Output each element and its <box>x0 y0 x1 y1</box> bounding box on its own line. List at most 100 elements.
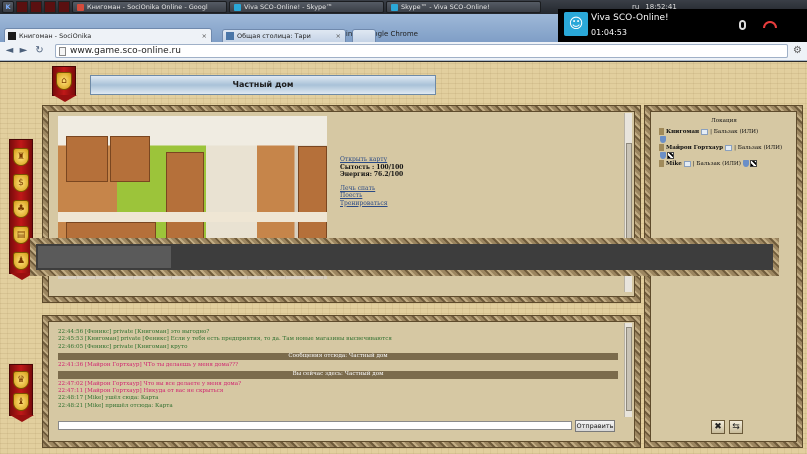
energy-value: 76.2/100 <box>373 171 404 178</box>
info-card-icon[interactable] <box>725 144 733 151</box>
player-status-icon <box>659 128 664 135</box>
chat-timestamp: 22:45:53 <box>58 336 84 343</box>
taskbar-task-skype[interactable]: Skype™ - Viva SCO-Online! <box>386 1 541 13</box>
chat-message: 22:45:53 [Книгоман] private [Феникс] Есл… <box>58 336 618 343</box>
chat-system-message: Вы сейчас здесь: Частный дом <box>58 371 618 379</box>
minimized-window-icon[interactable] <box>16 1 28 13</box>
chat-text: [Mike] ушёл сюда: Карта <box>84 395 159 402</box>
sleep-link[interactable]: Лечь спать <box>340 185 375 192</box>
location-actions: Открыть карту Сытость : 100/100 Энергия:… <box>340 156 403 207</box>
hang-up-icon[interactable] <box>763 21 777 28</box>
chat-message: 22:48:21 [Mike] пришёл отсюда: Карта <box>58 403 618 410</box>
chat-frame: 22:44:56 [Феникс] private [Книгоман] это… <box>43 316 640 447</box>
vk-favicon-icon <box>226 32 234 40</box>
location-title: Частный дом <box>90 75 436 95</box>
location-panel: Локация Книгоман | Бальзак (ИЛИ) Майрон Г… <box>645 106 802 447</box>
chat-timestamp: 22:41:36 <box>58 362 84 369</box>
chat-timestamp: 22:47:02 <box>58 380 84 387</box>
minimized-window-icon[interactable] <box>30 1 42 13</box>
info-card-icon[interactable] <box>683 160 691 167</box>
chat-message: 22:47:02 [Майрон Гортхаур] Что вы все де… <box>58 381 618 388</box>
character-icon[interactable]: ♜ <box>13 148 29 166</box>
chat-text: [Феникс] private [Книгоман] круто <box>84 343 188 350</box>
skype-avatar-icon: ☺ <box>564 12 588 36</box>
energy-label: Энергия: <box>340 171 372 178</box>
train-link[interactable]: Тренироваться <box>340 200 388 207</box>
top-banner: ⌂ <box>52 66 77 102</box>
chat-message: 22:48:17 [Mike] ушёл сюда: Карта <box>58 395 618 402</box>
eat-link[interactable]: Поесть <box>340 192 362 199</box>
person-icon[interactable]: ♟ <box>13 252 29 270</box>
chat-log: 22:44:56 [Феникс] private [Книгоман] это… <box>58 329 618 417</box>
skype-call-popup[interactable]: ☺ Viva SCO-Online! 01:04:53 <box>558 9 807 42</box>
player-entry[interactable]: Mike | Бальзак (ИЛИ) <box>659 160 789 168</box>
loading-bar-fill <box>38 246 171 268</box>
close-panel-icon[interactable]: ✖ <box>711 420 725 434</box>
skype-icon <box>234 3 241 11</box>
chat-text: [Книгоман] private [Феникс] Если у тебя … <box>84 336 392 343</box>
player-entry[interactable]: Майрон Гортхаур | Бальзак (ИЛИ) <box>659 144 789 160</box>
settings-shield-icon[interactable]: ♛ <box>13 371 29 389</box>
close-tab-icon[interactable]: × <box>336 32 341 40</box>
caller-name: Viva SCO-Online! <box>591 13 669 23</box>
taskbar-task-chrome[interactable]: Книгоман - SociOnika Online - Googl <box>72 1 227 13</box>
satiety-value: 100/100 <box>376 163 404 171</box>
location-panel-header: Локация <box>711 118 737 124</box>
info-card-icon[interactable] <box>701 128 709 135</box>
send-button[interactable]: Отправить <box>575 420 615 432</box>
tab-knigoman[interactable]: Книгоман - SociOnika × <box>4 28 212 42</box>
chat-message: 22:41:36 [Майрон Гортхаур] ЧТо ты делаеш… <box>58 362 618 369</box>
taskbar-task-skype-call[interactable]: Viva SCO-Online! - Skype™ <box>229 1 384 13</box>
chat-text: Вы сейчас здесь: Частный дом <box>292 371 384 378</box>
minimized-window-icon[interactable] <box>58 1 70 13</box>
game-page: ⌂ Частный дом ♜ $ ♣ ▤ ♟ ♛ ♝ Открыть карт… <box>0 62 807 454</box>
shield-badge-icon <box>660 152 666 159</box>
exit-shield-icon[interactable]: ♝ <box>13 393 29 411</box>
chat-timestamp: 22:48:17 <box>58 395 84 402</box>
chat-system-message: Сообщения отсюда: Частный дом <box>58 352 618 361</box>
open-map-link[interactable]: Открыть карту <box>340 156 387 163</box>
home-shield-icon[interactable]: ⌂ <box>56 72 72 90</box>
chat-text: [Майрон Гортхаур] ЧТо ты делаешь у меня … <box>84 362 239 369</box>
checker-badge-icon <box>749 160 757 167</box>
money-icon[interactable]: $ <box>13 174 29 192</box>
chat-timestamp: 22:44:56 <box>58 329 84 335</box>
inventory-icon[interactable]: ♣ <box>13 200 29 218</box>
chat-timestamp: 22:47:11 <box>58 388 84 395</box>
satiety-label: Сытость : <box>340 163 375 171</box>
page-icon <box>59 47 66 56</box>
chat-text: [Феникс] private [Книгоман] это выгодно? <box>84 329 210 335</box>
shield-badge-icon <box>660 136 666 143</box>
back-arrow-icon[interactable]: ◄ <box>4 45 15 56</box>
book-icon[interactable]: ▤ <box>13 226 29 244</box>
scrollbar-thumb[interactable] <box>626 327 632 411</box>
chat-timestamp: 22:48:21 <box>58 402 84 409</box>
minimized-window-icon[interactable] <box>44 1 56 13</box>
sco-favicon-icon <box>8 31 16 40</box>
reload-icon[interactable]: ↻ <box>34 45 45 56</box>
chat-text: [Mike] пришёл отсюда: Карта <box>84 402 173 409</box>
microphone-icon[interactable] <box>739 20 746 30</box>
chat-text: [Майрон Гортхаур] Никуда от вас не скрыт… <box>84 388 224 395</box>
chat-text: Сообщения отсюда: Частный дом <box>288 352 388 359</box>
address-bar[interactable]: www.game.sco-online.ru <box>55 44 788 58</box>
chrome-icon <box>77 3 84 11</box>
wrench-menu-icon[interactable]: ⚙ <box>793 45 804 56</box>
chat-input[interactable] <box>58 421 572 430</box>
player-status-icon <box>659 144 664 151</box>
loading-bar <box>30 238 779 276</box>
new-tab-button[interactable] <box>352 29 376 42</box>
chat-message: 22:46:05 [Феникс] private [Книгоман] кру… <box>58 344 618 351</box>
player-status-icon <box>659 160 664 167</box>
start-menu-button[interactable]: K <box>2 1 14 13</box>
counter <box>58 212 327 222</box>
forward-arrow-icon[interactable]: ► <box>18 45 29 56</box>
refresh-panel-icon[interactable]: ⇆ <box>729 420 743 434</box>
chat-scrollbar[interactable] <box>624 323 632 417</box>
call-timer: 01:04:53 <box>591 28 627 37</box>
shield-badge-icon <box>742 160 749 167</box>
player-entry[interactable]: Книгоман | Бальзак (ИЛИ) <box>659 128 789 144</box>
tab-capital[interactable]: Общая столица: Тари × <box>222 29 346 42</box>
chat-text: [Майрон Гортхаур] Что вы все делаете у м… <box>84 380 242 387</box>
close-tab-icon[interactable]: × <box>202 32 207 40</box>
